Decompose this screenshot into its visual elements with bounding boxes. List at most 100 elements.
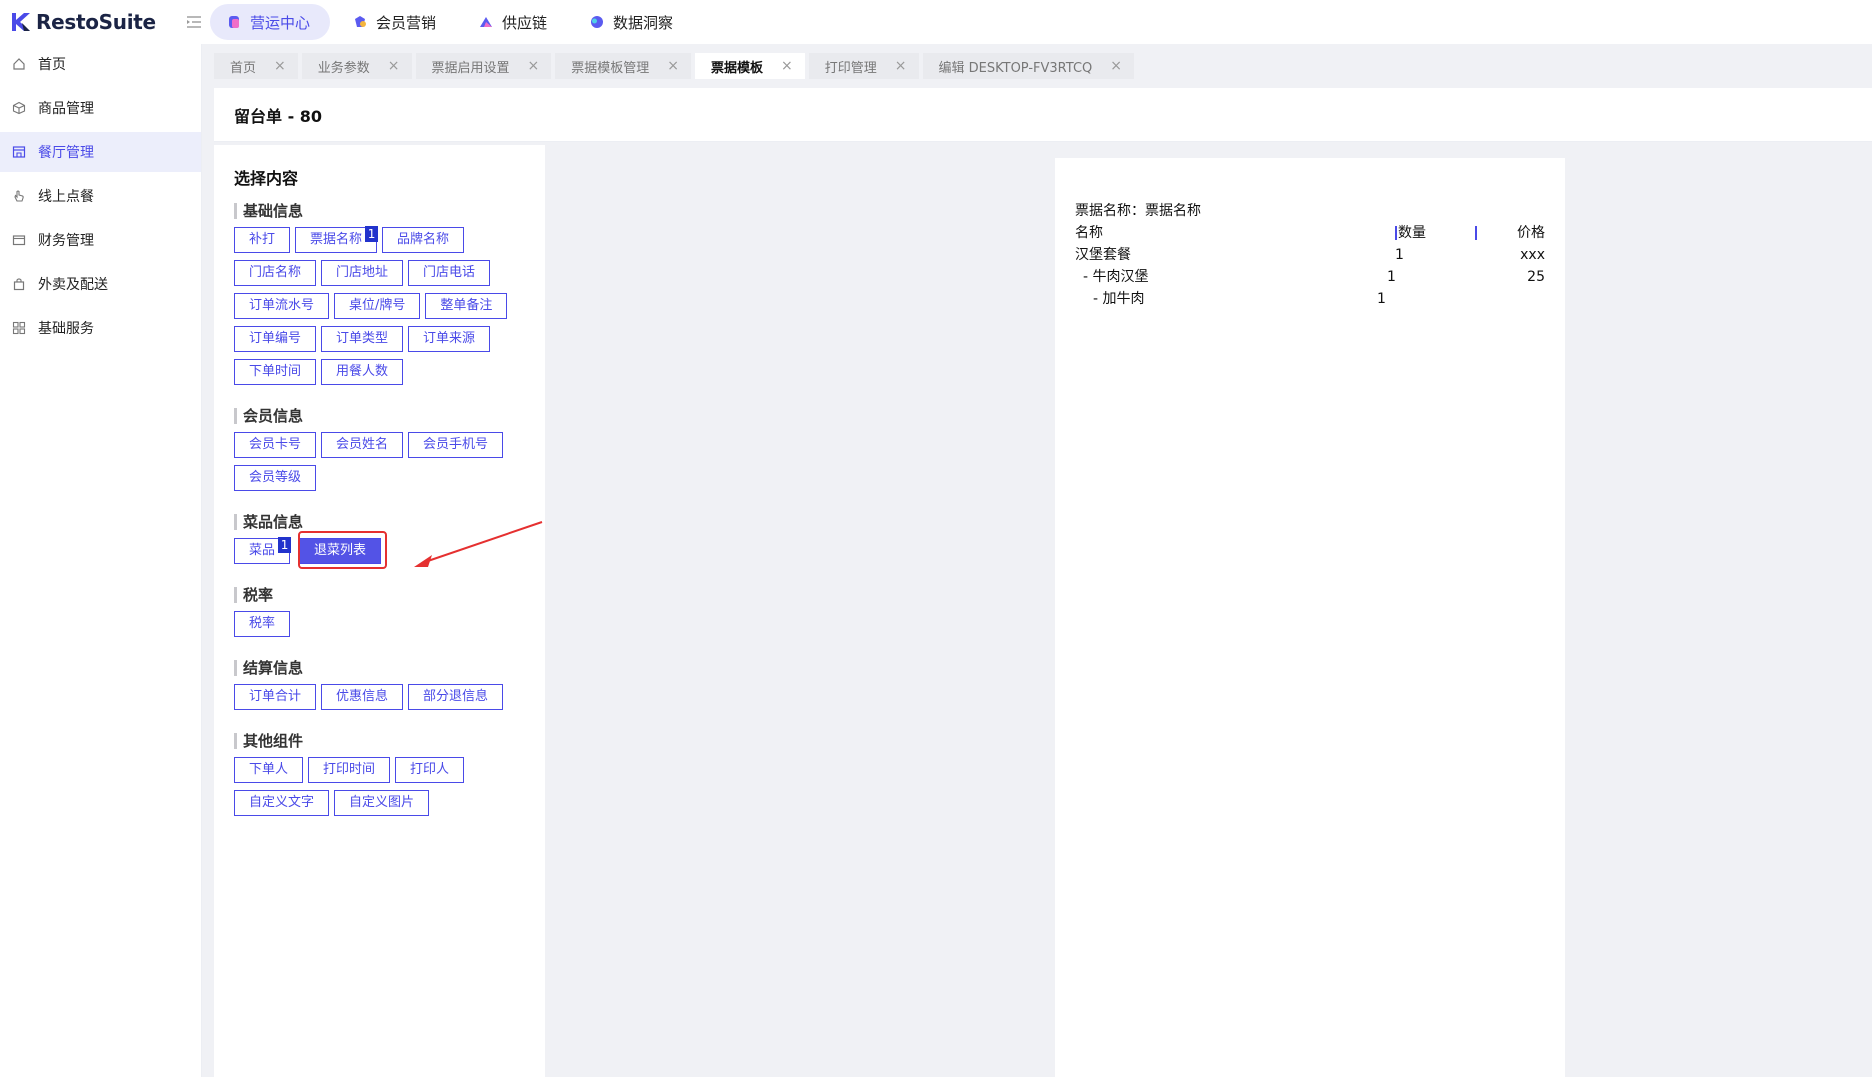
sidebar-item-online-order[interactable]: 线上点餐	[0, 176, 201, 216]
chip-label: 门店名称	[249, 265, 302, 280]
close-icon[interactable]: ×	[388, 58, 400, 74]
operations-icon	[226, 14, 242, 30]
chip-brand-name[interactable]: 品牌名称	[382, 227, 465, 253]
chip-label: 自定义图片	[349, 795, 415, 810]
top-nav-supply-chain[interactable]: 供应链	[462, 4, 567, 40]
chip-custom-text[interactable]: 自定义文字	[234, 790, 330, 816]
receipt-item-price	[1457, 288, 1545, 310]
chip-order-type[interactable]: 订单类型	[321, 326, 404, 352]
chip-store-phone[interactable]: 门店电话	[408, 260, 491, 286]
page-title: 留台单 - 80	[234, 106, 323, 126]
close-icon[interactable]: ×	[528, 58, 540, 74]
chip-label: 门店电话	[423, 265, 476, 280]
close-icon[interactable]: ×	[274, 58, 286, 74]
tab-edit-desktop[interactable]: 编辑 DESKTOP-FV3RTCQ ×	[922, 53, 1134, 79]
receipt-item-row[interactable]: 汉堡套餐 1 xxx	[1075, 244, 1545, 266]
tab-label: 票据模板管理	[571, 60, 650, 76]
section-title: 会员信息	[234, 408, 525, 424]
chip-partial-refund[interactable]: 部分退信息	[408, 684, 504, 710]
chip-label: 税率	[249, 616, 276, 631]
count-badge: 1	[278, 537, 292, 553]
chip-label: 打印时间	[323, 762, 376, 777]
chip-order-source[interactable]: 订单来源	[408, 326, 491, 352]
sidebar-item-label: 首页	[38, 57, 66, 73]
section-settlement: 结算信息 订单合计 优惠信息 部分退信息	[234, 660, 525, 717]
chip-reprint[interactable]: 补打	[234, 227, 291, 253]
tab-print-management[interactable]: 打印管理 ×	[808, 53, 919, 79]
chip-label: 门店地址	[336, 265, 389, 280]
chip-group: 会员卡号 会员姓名 会员手机号 会员等级	[234, 432, 544, 498]
chip-label: 订单合计	[249, 689, 302, 704]
chip-receipt-name[interactable]: 票据名称 1	[295, 226, 379, 253]
sidebar-item-restaurant[interactable]: 餐厅管理	[0, 132, 201, 172]
receipt-item-name: - 加牛肉	[1093, 291, 1145, 307]
chip-store-name[interactable]: 门店名称	[234, 260, 317, 286]
sidebar-item-finance[interactable]: 财务管理	[0, 220, 201, 260]
tab-label: 业务参数	[317, 60, 370, 76]
top-nav-member-marketing[interactable]: 会员营销	[336, 4, 456, 40]
chip-order-time[interactable]: 下单时间	[234, 359, 317, 385]
chip-order-total[interactable]: 订单合计	[234, 684, 317, 710]
chip-store-address[interactable]: 门店地址	[321, 260, 404, 286]
chip-guest-count[interactable]: 用餐人数	[321, 359, 404, 385]
receipt-item-row[interactable]: - 加牛肉 1	[1075, 288, 1545, 310]
chip-order-serial[interactable]: 订单流水号	[234, 293, 330, 319]
close-icon[interactable]: ×	[895, 58, 907, 74]
receipt-title-line[interactable]: 票据名称：票据名称	[1075, 200, 1545, 222]
chip-label: 会员手机号	[423, 437, 489, 452]
chip-printer-person[interactable]: 打印人	[395, 757, 465, 783]
chip-member-phone[interactable]: 会员手机号	[408, 432, 504, 458]
chip-member-level[interactable]: 会员等级	[234, 465, 317, 491]
chip-table-number[interactable]: 桌位/牌号	[334, 293, 421, 319]
column-divider	[1475, 226, 1477, 240]
tab-receipt-enable[interactable]: 票据启用设置 ×	[415, 53, 552, 79]
chip-print-time[interactable]: 打印时间	[308, 757, 391, 783]
menu-collapse-icon[interactable]	[184, 12, 204, 32]
section-title: 基础信息	[234, 203, 525, 219]
top-nav-data-insights[interactable]: 数据洞察	[573, 4, 693, 40]
top-nav-label: 数据洞察	[613, 13, 674, 32]
chip-tax-rate[interactable]: 税率	[234, 611, 291, 637]
tab-template-management[interactable]: 票据模板管理 ×	[555, 53, 691, 79]
tab-business-params[interactable]: 业务参数 ×	[301, 53, 412, 79]
sidebar-item-label: 餐厅管理	[38, 145, 94, 161]
chip-order-person[interactable]: 下单人	[234, 757, 304, 783]
receipt-item-qty: 1	[1387, 269, 1396, 285]
tab-receipt-template[interactable]: 票据模板 ×	[695, 53, 805, 79]
sidebar-item-label: 商品管理	[38, 101, 94, 117]
sidebar-item-products[interactable]: 商品管理	[0, 88, 201, 128]
chip-group: 补打 票据名称 1 品牌名称 门店名称 门店地址 门店电话 订单流水号 桌位/牌号…	[234, 226, 544, 392]
box-icon	[12, 101, 26, 115]
receipt-header-row[interactable]: 名称 数量 价格	[1075, 222, 1545, 244]
chip-label: 订单编号	[249, 331, 302, 346]
annotation-arrow	[414, 521, 543, 567]
sidebar-item-basic-services[interactable]: 基础服务	[0, 308, 201, 348]
chip-order-number[interactable]: 订单编号	[234, 326, 317, 352]
chip-member-card[interactable]: 会员卡号	[234, 432, 317, 458]
chip-group: 订单合计 优惠信息 部分退信息	[234, 684, 544, 717]
chip-dishes[interactable]: 菜品 1	[234, 537, 292, 564]
chip-discount-info[interactable]: 优惠信息	[321, 684, 404, 710]
top-nav-operations[interactable]: 营运中心	[210, 4, 331, 40]
receipt-header-price-cell: 价格	[1475, 222, 1545, 244]
section-other-components: 其他组件 下单人 打印时间 打印人 自定义文字 自定义图片	[234, 733, 525, 823]
section-title: 其他组件	[234, 733, 525, 749]
sidebar-item-delivery[interactable]: 外卖及配送	[0, 264, 201, 304]
chip-member-name[interactable]: 会员姓名	[321, 432, 404, 458]
receipt-item-row[interactable]: - 牛肉汉堡 1 25	[1075, 266, 1545, 288]
sidebar-item-home[interactable]: 首页	[0, 44, 201, 84]
panel-title: 选择内容	[234, 169, 299, 188]
close-icon[interactable]: ×	[781, 58, 793, 74]
hand-icon	[12, 189, 26, 203]
close-icon[interactable]: ×	[1110, 58, 1122, 74]
chip-label: 部分退信息	[423, 689, 489, 704]
chip-custom-image[interactable]: 自定义图片	[334, 790, 430, 816]
receipt-item-price: xxx	[1520, 247, 1545, 263]
close-icon[interactable]: ×	[667, 58, 679, 74]
brand-logo[interactable]: RestoSuite	[0, 0, 200, 44]
chip-order-remark[interactable]: 整单备注	[425, 293, 508, 319]
chip-group: 下单人 打印时间 打印人 自定义文字 自定义图片	[234, 757, 544, 823]
tab-label: 打印管理	[824, 60, 877, 76]
section-member-info: 会员信息 会员卡号 会员姓名 会员手机号 会员等级	[234, 408, 525, 498]
tab-home[interactable]: 首页 ×	[214, 53, 298, 79]
